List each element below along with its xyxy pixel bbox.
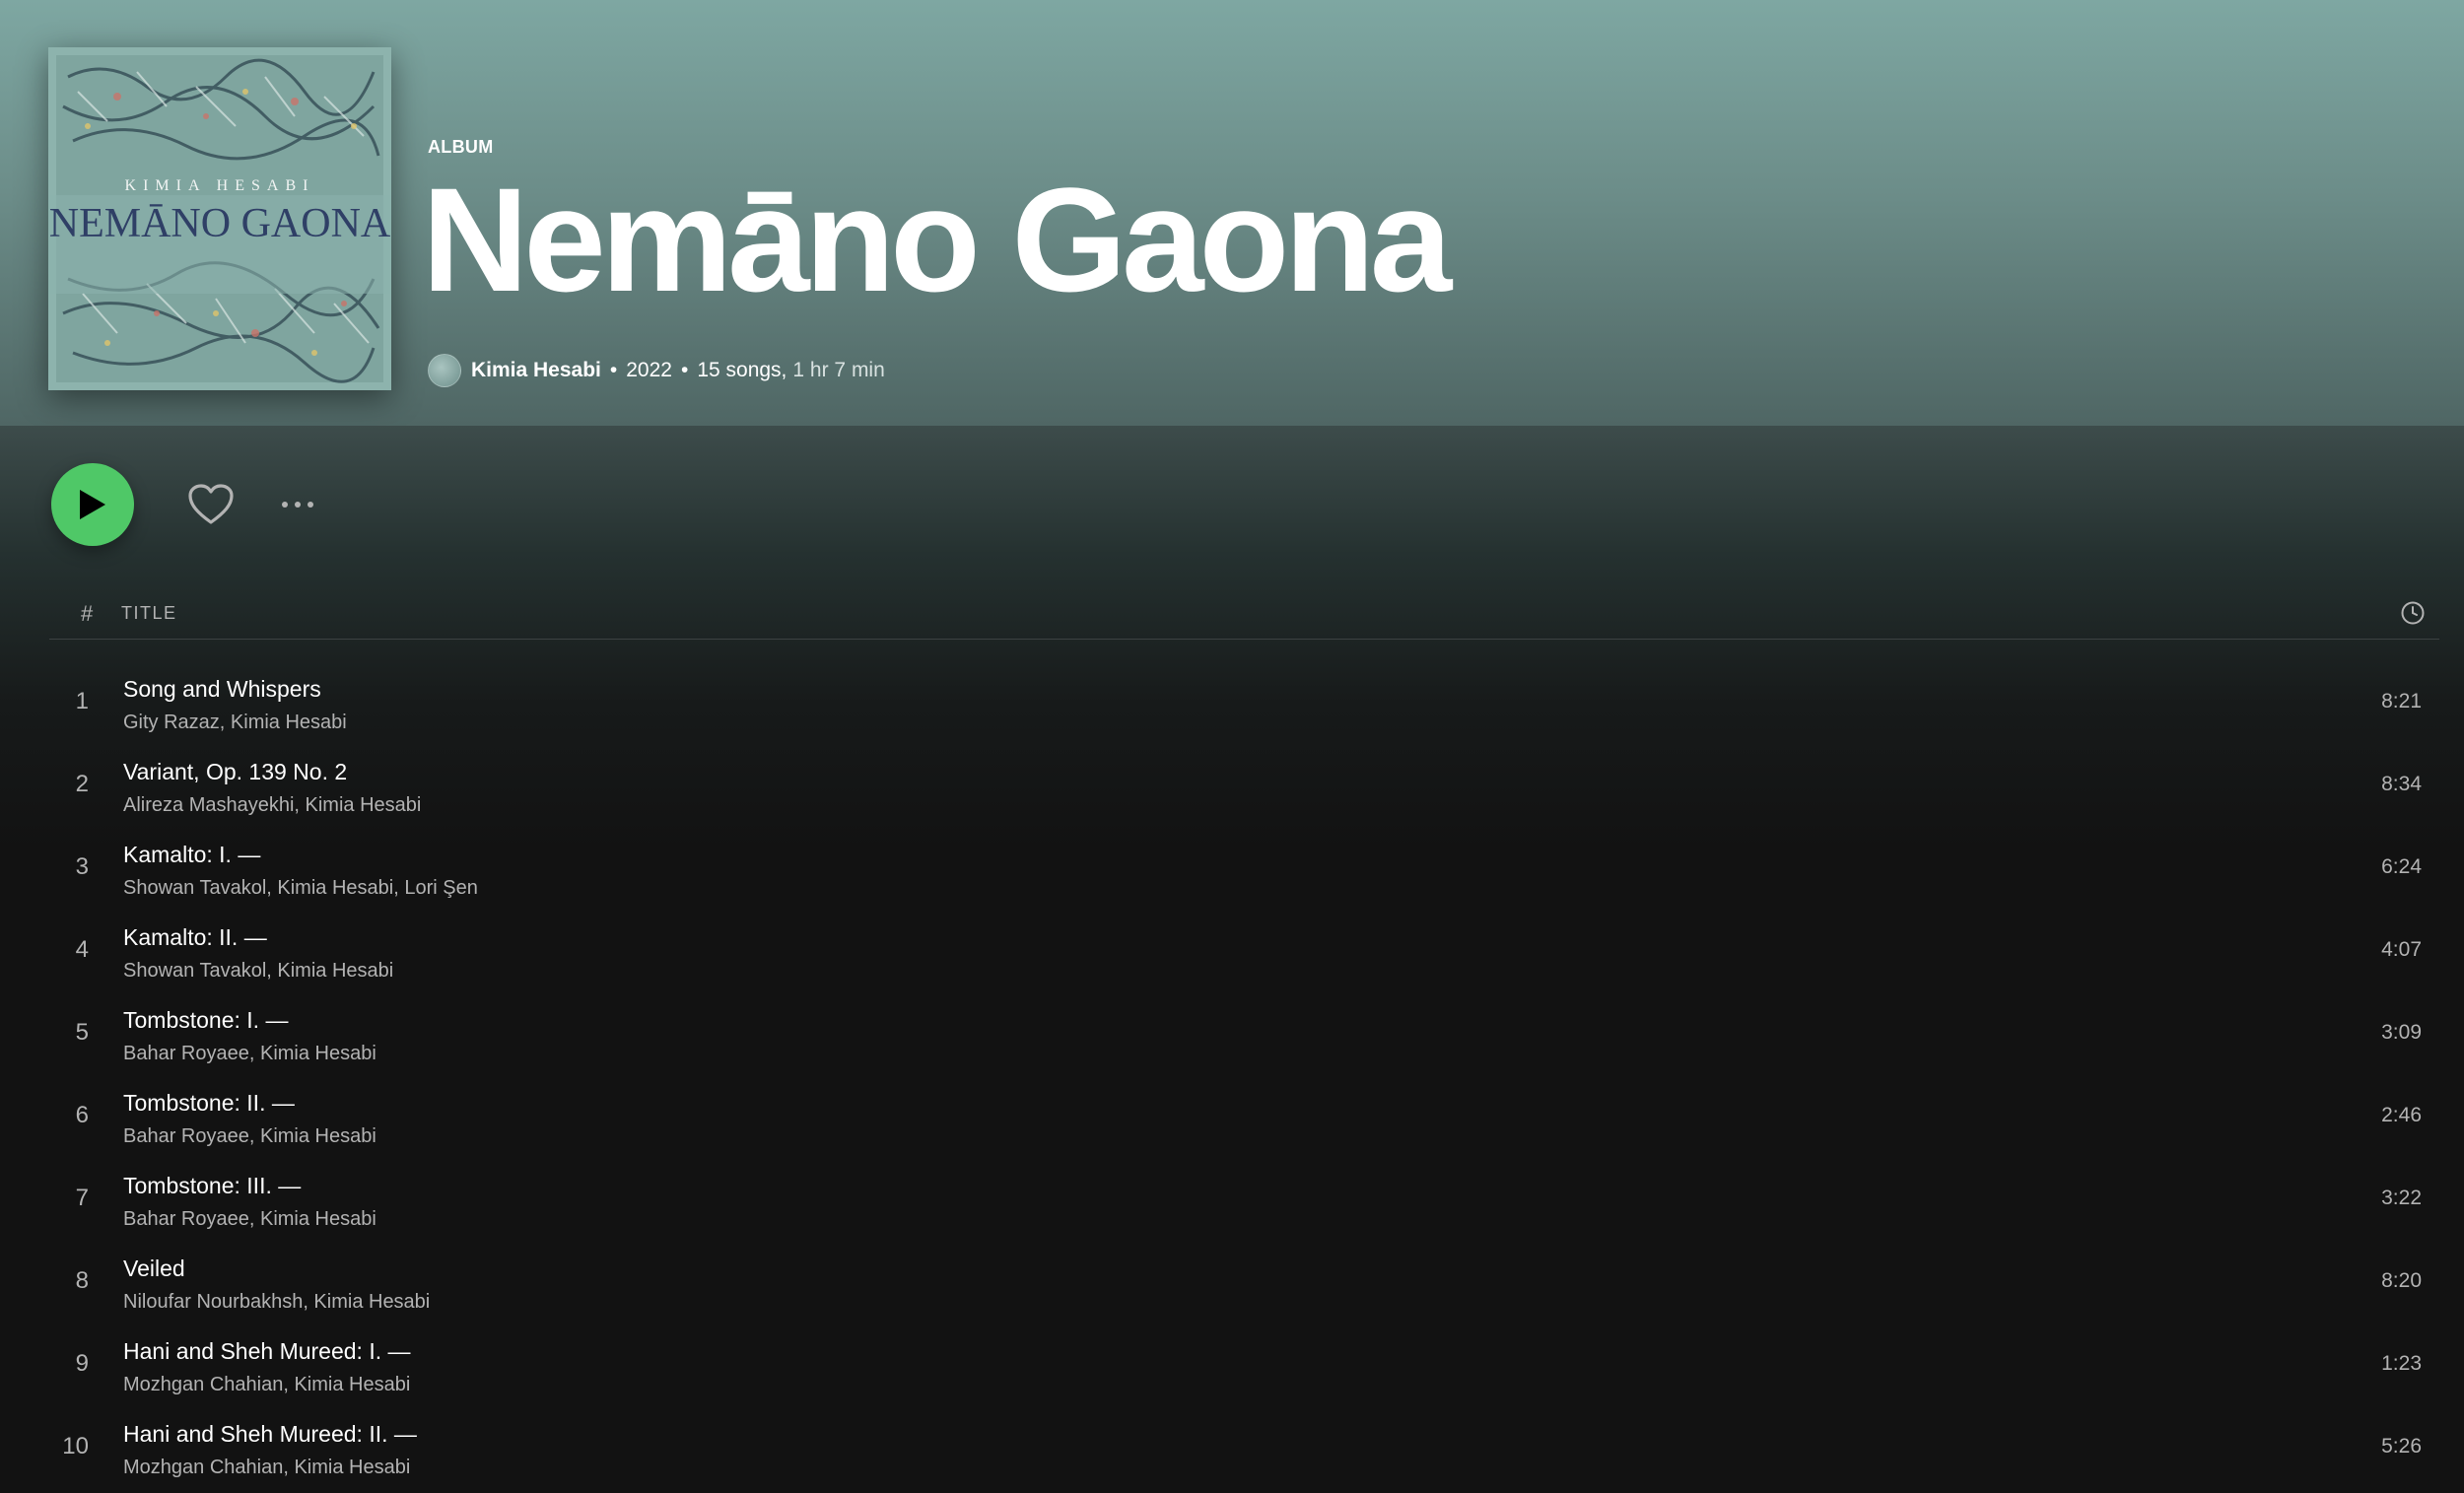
track-duration: 5:26 — [2381, 1435, 2422, 1458]
album-cover[interactable]: KIMIA HESABI NEMĀNO GAONA — [48, 47, 391, 390]
track-title[interactable]: Song and Whispers — [123, 676, 321, 703]
track-title[interactable]: Tombstone: III. — — [123, 1173, 301, 1199]
track-number: 8 — [75, 1267, 89, 1294]
track-duration: 6:24 — [2381, 855, 2422, 878]
track-row[interactable]: 9 Hani and Sheh Mureed: I. — Mozhgan Chahi… — [49, 1323, 2439, 1405]
track-duration: 8:20 — [2381, 1269, 2422, 1292]
release-year: 2022 — [626, 359, 672, 381]
track-title[interactable]: Tombstone: I. — — [123, 1007, 288, 1034]
heart-icon — [188, 484, 234, 524]
track-row[interactable]: 4 Kamalto: II. — Showan Tavakol, Kimia Hes… — [49, 909, 2439, 991]
track-number: 5 — [75, 1019, 89, 1046]
track-artists[interactable]: Mozhgan Chahian, Kimia Hesabi — [123, 1374, 410, 1396]
track-artists[interactable]: Bahar Royaee, Kimia Hesabi — [123, 1208, 376, 1231]
track-duration: 3:22 — [2381, 1187, 2422, 1209]
track-row[interactable]: 2 Variant, Op. 139 No. 2 Alireza Mashayekh… — [49, 743, 2439, 826]
track-number: 2 — [75, 771, 89, 797]
like-button[interactable] — [185, 479, 237, 530]
track-title[interactable]: Hani and Sheh Mureed: II. — — [123, 1421, 417, 1448]
clock-icon — [2401, 601, 2425, 625]
track-number: 3 — [75, 853, 89, 880]
track-number: 7 — [75, 1185, 89, 1211]
album-page: KIMIA HESABI NEMĀNO GAONA ALBUM Nemāno G… — [0, 0, 2464, 1493]
track-duration: 8:34 — [2381, 773, 2422, 795]
album-cover-art: KIMIA HESABI NEMĀNO GAONA — [48, 47, 391, 390]
track-row[interactable]: 6 Tombstone: II. — Bahar Royaee, Kimia Hes… — [49, 1074, 2439, 1157]
track-row[interactable]: 5 Tombstone: I. — Bahar Royaee, Kimia Hesa… — [49, 991, 2439, 1074]
more-icon — [308, 502, 313, 508]
track-row[interactable]: 8 Veiled Niloufar Nourbakhsh, Kimia Hesabi… — [49, 1240, 2439, 1323]
track-title[interactable]: Hani and Sheh Mureed: I. — — [123, 1338, 411, 1365]
artist-avatar[interactable] — [428, 354, 461, 387]
track-title[interactable]: Veiled — [123, 1255, 185, 1282]
column-title: TITLE — [121, 603, 177, 623]
track-title[interactable]: Tombstone: II. — — [123, 1090, 295, 1117]
more-icon — [295, 502, 301, 508]
track-title[interactable]: Kamalto: I. — — [123, 842, 260, 868]
column-number: # — [81, 601, 94, 626]
track-duration: 3:09 — [2381, 1021, 2422, 1044]
album-info: ALBUM Nemāno Gaona Kimia Hesabi • 2022 •… — [422, 0, 2425, 426]
track-artists[interactable]: Gity Razaz, Kimia Hesabi — [123, 712, 347, 734]
track-row[interactable]: 7 Tombstone: III. — Bahar Royaee, Kimia He… — [49, 1157, 2439, 1240]
track-list-header: # TITLE — [49, 591, 2439, 640]
play-button[interactable] — [51, 463, 134, 546]
track-title[interactable]: Kamalto: II. — — [123, 924, 267, 951]
track-number: 9 — [75, 1350, 89, 1377]
album-duration: 1 hr 7 min — [792, 359, 885, 381]
track-title[interactable]: Variant, Op. 139 No. 2 — [123, 759, 347, 785]
track-artists[interactable]: Niloufar Nourbakhsh, Kimia Hesabi — [123, 1291, 430, 1314]
track-list: 1 Song and Whispers Gity Razaz, Kimia Hesa… — [49, 660, 2439, 1488]
track-artists[interactable]: Mozhgan Chahian, Kimia Hesabi — [123, 1457, 410, 1479]
track-artists[interactable]: Alireza Mashayekhi, Kimia Hesabi — [123, 794, 421, 817]
track-number: 6 — [75, 1102, 89, 1128]
meta-separator: • — [680, 359, 689, 381]
cover-title-text: NEMĀNO GAONA — [49, 201, 391, 246]
track-artists[interactable]: Bahar Royaee, Kimia Hesabi — [123, 1043, 376, 1065]
track-artists[interactable]: Bahar Royaee, Kimia Hesabi — [123, 1125, 376, 1148]
album-type-label: ALBUM — [428, 137, 494, 157]
meta-separator: • — [609, 359, 618, 381]
track-row[interactable]: 3 Kamalto: I. — Showan Tavakol, Kimia Hesa… — [49, 826, 2439, 909]
track-duration: 1:23 — [2381, 1352, 2422, 1375]
more-icon — [282, 502, 288, 508]
song-count: 15 songs, — [697, 359, 787, 381]
artist-link[interactable]: Kimia Hesabi — [471, 359, 601, 382]
track-duration: 2:46 — [2381, 1104, 2422, 1126]
cover-artist-text: KIMIA HESABI — [125, 177, 315, 194]
track-artists[interactable]: Showan Tavakol, Kimia Hesabi — [123, 960, 393, 983]
track-duration: 4:07 — [2381, 938, 2422, 961]
album-header: KIMIA HESABI NEMĀNO GAONA ALBUM Nemāno G… — [0, 0, 2464, 426]
track-number: 4 — [75, 936, 89, 963]
track-number: 1 — [75, 688, 89, 714]
album-title: Nemāno Gaona — [422, 157, 1452, 322]
more-options-button[interactable] — [274, 489, 321, 520]
play-icon — [80, 490, 105, 519]
album-meta: Kimia Hesabi • 2022 • 15 songs, 1 hr 7 m… — [428, 354, 885, 387]
track-duration: 8:21 — [2381, 690, 2422, 713]
track-row[interactable]: 1 Song and Whispers Gity Razaz, Kimia Hesa… — [49, 660, 2439, 743]
track-row[interactable]: 10 Hani and Sheh Mureed: II. — Mozhgan Cha… — [49, 1405, 2439, 1488]
track-artists[interactable]: Showan Tavakol, Kimia Hesabi, Lori Şen — [123, 877, 478, 900]
track-number: 10 — [62, 1433, 89, 1459]
